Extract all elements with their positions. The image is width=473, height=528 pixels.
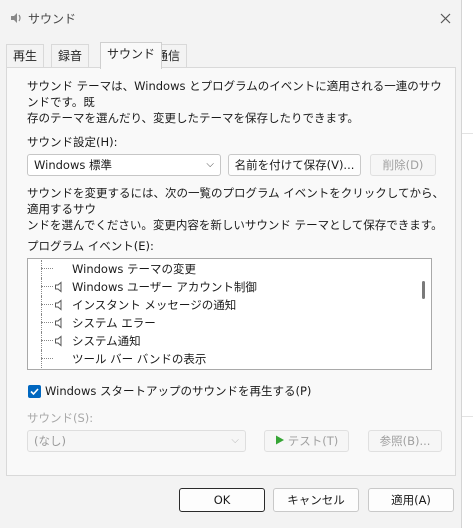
speaker-icon <box>55 299 62 311</box>
close-button[interactable] <box>432 6 458 30</box>
tree-line <box>41 358 53 359</box>
tab-strip: 再生 録音 サウンド 通信 <box>6 42 456 69</box>
tree-line <box>41 296 42 314</box>
scheme-selected-value: Windows 標準 <box>34 158 112 172</box>
list-item[interactable]: インスタント メッセージの通知 <box>28 296 418 314</box>
chevron-down-icon: ⌵ <box>231 435 239 446</box>
startup-sound-label[interactable]: Windows スタートアップのサウンドを再生する(P) <box>45 383 311 399</box>
list-item[interactable]: Windows ユーザー アカウント制御 <box>28 278 418 296</box>
save-as-button[interactable]: 名前を付けて保存(V)... <box>228 154 361 176</box>
speaker-icon <box>55 317 62 329</box>
chevron-down-icon: ⌵ <box>206 159 214 170</box>
tab-playback[interactable]: 再生 <box>6 44 45 68</box>
tree-line <box>41 286 53 287</box>
window-title: サウンド <box>28 12 77 26</box>
background-window <box>462 0 473 528</box>
tree-line <box>41 314 42 332</box>
event-label: ツール バー バンドの表示 <box>72 352 207 366</box>
tree-line <box>41 332 42 350</box>
checkmark-icon <box>30 388 39 396</box>
scheme-select[interactable]: Windows 標準 ⌵ <box>27 154 221 176</box>
browse-button[interactable]: 参照(B)... <box>368 430 442 452</box>
theme-description: サウンド テーマは、Windows とプログラムのイベントに適用される一連のサウ… <box>27 78 447 126</box>
startup-sound-checkbox[interactable] <box>28 385 41 398</box>
scheme-label: サウンド設定(H): <box>27 135 118 149</box>
title-bar: サウンド <box>0 0 462 36</box>
events-label: プログラム イベント(E): <box>27 239 154 253</box>
apply-button[interactable]: 適用(A) <box>368 488 454 512</box>
scrollbar-thumb[interactable] <box>422 281 425 299</box>
instructions-line: ンドを選んでください。変更内容を新しいサウンド テーマとして保存できます。 <box>27 218 443 232</box>
divider <box>462 133 473 134</box>
sound-dialog: サウンド 再生 録音 サウンド 通信 サウンド テーマは、Windows とプロ… <box>0 0 462 528</box>
event-label: システム通知 <box>72 334 141 348</box>
description-line: サウンド テーマは、Windows とプログラムのイベントに適用される一連のサウ… <box>27 79 442 109</box>
tree-line <box>41 278 42 296</box>
event-label: Windows ユーザー アカウント制御 <box>72 280 257 294</box>
list-item[interactable]: システム通知 <box>28 332 418 350</box>
speaker-icon <box>55 335 62 347</box>
test-button-label: テスト(T) <box>287 434 339 448</box>
tree-line <box>41 268 53 269</box>
tree-line <box>41 304 53 305</box>
ok-button[interactable]: OK <box>179 488 265 512</box>
tree-line <box>41 260 42 278</box>
event-label: インスタント メッセージの通知 <box>72 298 237 312</box>
instructions: サウンドを変更するには、次の一覧のプログラム イベントをクリックしてから、適用す… <box>27 185 447 233</box>
tree-line <box>41 340 53 341</box>
sound-select[interactable]: (なし) ⌵ <box>27 430 246 452</box>
instructions-line: サウンドを変更するには、次の一覧のプログラム イベントをクリックしてから、適用す… <box>27 186 444 216</box>
speaker-icon <box>55 281 62 293</box>
cancel-button[interactable]: キャンセル <box>273 488 359 512</box>
list-item[interactable]: ツール バー バンドの表示 <box>28 350 418 368</box>
list-item[interactable]: Windows テーマの変更 <box>28 260 418 278</box>
event-label: Windows テーマの変更 <box>72 262 196 276</box>
event-label: システム エラー <box>72 316 156 330</box>
tab-sounds[interactable]: サウンド <box>100 42 163 69</box>
tree-line <box>41 322 53 323</box>
list-item[interactable]: システム エラー <box>28 314 418 332</box>
test-button[interactable]: テスト(T) <box>264 430 349 452</box>
tree-line <box>41 350 42 368</box>
sound-label: サウンド(S): <box>27 411 94 425</box>
sounds-panel: サウンド テーマは、Windows とプログラムのイベントに適用される一連のサウ… <box>6 67 456 476</box>
tab-recording[interactable]: 録音 <box>51 44 90 68</box>
program-events-list[interactable]: Windows テーマの変更 Windows ユーザー アカウント制御 インスタ… <box>27 258 432 370</box>
divider <box>462 416 473 417</box>
description-line: 存のテーマを選んだり、変更したテーマを保存したりできます。 <box>27 111 359 125</box>
close-icon <box>440 13 450 23</box>
sound-selected-value: (なし) <box>34 434 66 448</box>
speaker-icon <box>11 13 21 23</box>
delete-button[interactable]: 削除(D) <box>370 154 436 176</box>
play-icon <box>275 435 284 445</box>
